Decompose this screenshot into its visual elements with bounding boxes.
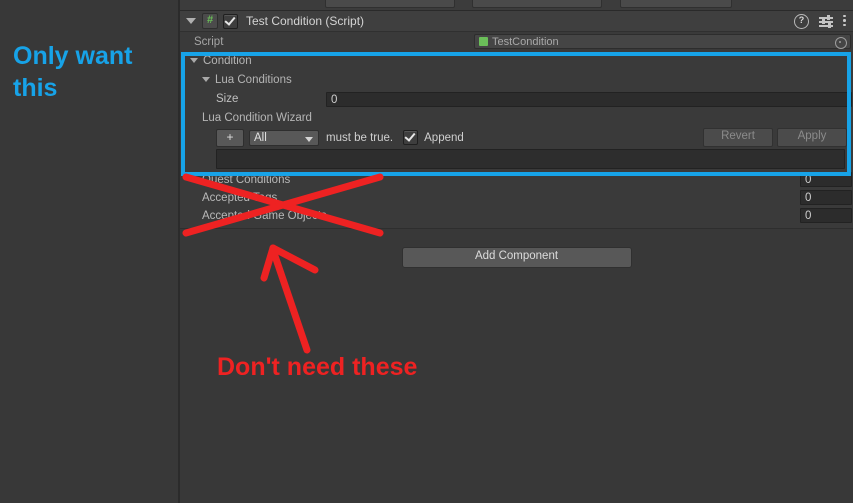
- annotation-only-want-this: Only want this: [13, 42, 133, 102]
- accepted-game-objects-row[interactable]: Accepted Game Objects 0: [180, 207, 853, 225]
- script-label: Script: [194, 35, 224, 48]
- object-picker-icon[interactable]: [835, 37, 847, 49]
- size-input[interactable]: 0: [326, 91, 852, 107]
- section-divider: [180, 228, 853, 229]
- unity-inspector-screenshot: # Test Condition (Script) ? Script TestC…: [0, 0, 853, 503]
- component-foldout-arrow-icon[interactable]: [186, 18, 196, 24]
- predicate-text: must be true.: [326, 131, 394, 144]
- quest-conditions-row[interactable]: Quest Conditions 0: [180, 171, 853, 189]
- quantifier-dropdown[interactable]: All: [249, 129, 319, 146]
- script-row: Script TestCondition: [180, 32, 853, 51]
- wizard-script-field[interactable]: [216, 149, 845, 169]
- component-title: Test Condition (Script): [246, 14, 365, 28]
- accepted-tags-row[interactable]: Accepted Tags 0: [180, 189, 853, 207]
- lua-conditions-label: Lua Conditions: [215, 73, 292, 86]
- accepted-tags-label: Accepted Tags: [202, 192, 278, 204]
- size-label: Size: [216, 93, 239, 105]
- quantifier-value: All: [254, 131, 267, 144]
- add-component-area: Add Component: [180, 247, 853, 268]
- lua-conditions-foldout-arrow-icon[interactable]: [202, 77, 210, 82]
- lua-conditions-foldout-row[interactable]: Lua Conditions: [180, 70, 853, 89]
- three-dots-menu-icon[interactable]: [843, 14, 847, 29]
- script-asset-icon: [479, 37, 488, 46]
- quest-conditions-label: Quest Conditions: [202, 174, 291, 186]
- lua-conditions-size-row: Size 0: [180, 89, 853, 109]
- component-header[interactable]: # Test Condition (Script) ?: [180, 11, 853, 32]
- help-icon[interactable]: ?: [794, 14, 809, 29]
- quest-conditions-section: Quest Conditions 0 Accepted Tags 0 Accep…: [180, 169, 853, 229]
- top-toolbar-strip: [180, 0, 853, 11]
- annotation-dont-need-these: Don't need these: [217, 353, 418, 381]
- apply-button[interactable]: Apply: [777, 128, 847, 147]
- condition-label: Condition: [203, 54, 252, 67]
- chevron-down-icon: [305, 136, 313, 142]
- quest-conditions-value[interactable]: 0: [800, 172, 852, 187]
- accepted-game-objects-label: Accepted Game Objects: [202, 210, 327, 222]
- toolbar-stub-3: [620, 0, 732, 8]
- condition-foldout-arrow-icon[interactable]: [190, 58, 198, 63]
- append-label: Append: [424, 131, 464, 144]
- inspector-panel: # Test Condition (Script) ? Script TestC…: [180, 11, 853, 503]
- component-enabled-checkbox[interactable]: [223, 13, 238, 29]
- revert-button[interactable]: Revert: [703, 128, 773, 147]
- preset-icon[interactable]: [819, 15, 833, 28]
- script-object-field[interactable]: TestCondition: [474, 34, 851, 49]
- lua-condition-wizard-title: Lua Condition Wizard: [202, 112, 312, 124]
- condition-foldout-row[interactable]: Condition: [180, 51, 853, 70]
- cs-script-icon: #: [202, 13, 218, 29]
- toolbar-stub-1: [325, 0, 455, 8]
- accepted-tags-value[interactable]: 0: [800, 190, 852, 205]
- component-header-icons: ?: [794, 11, 847, 32]
- accepted-game-objects-value[interactable]: 0: [800, 208, 852, 223]
- add-component-button[interactable]: Add Component: [401, 247, 632, 268]
- script-object-value: TestCondition: [492, 35, 559, 48]
- add-condition-button[interactable]: +: [216, 128, 244, 147]
- toolbar-stub-2: [472, 0, 602, 8]
- condition-section: Condition Lua Conditions Size 0 Lua Cond…: [180, 51, 853, 169]
- lua-condition-wizard-toolbar: + All must be true. Append Revert Apply: [216, 127, 847, 148]
- append-checkbox[interactable]: [403, 130, 419, 145]
